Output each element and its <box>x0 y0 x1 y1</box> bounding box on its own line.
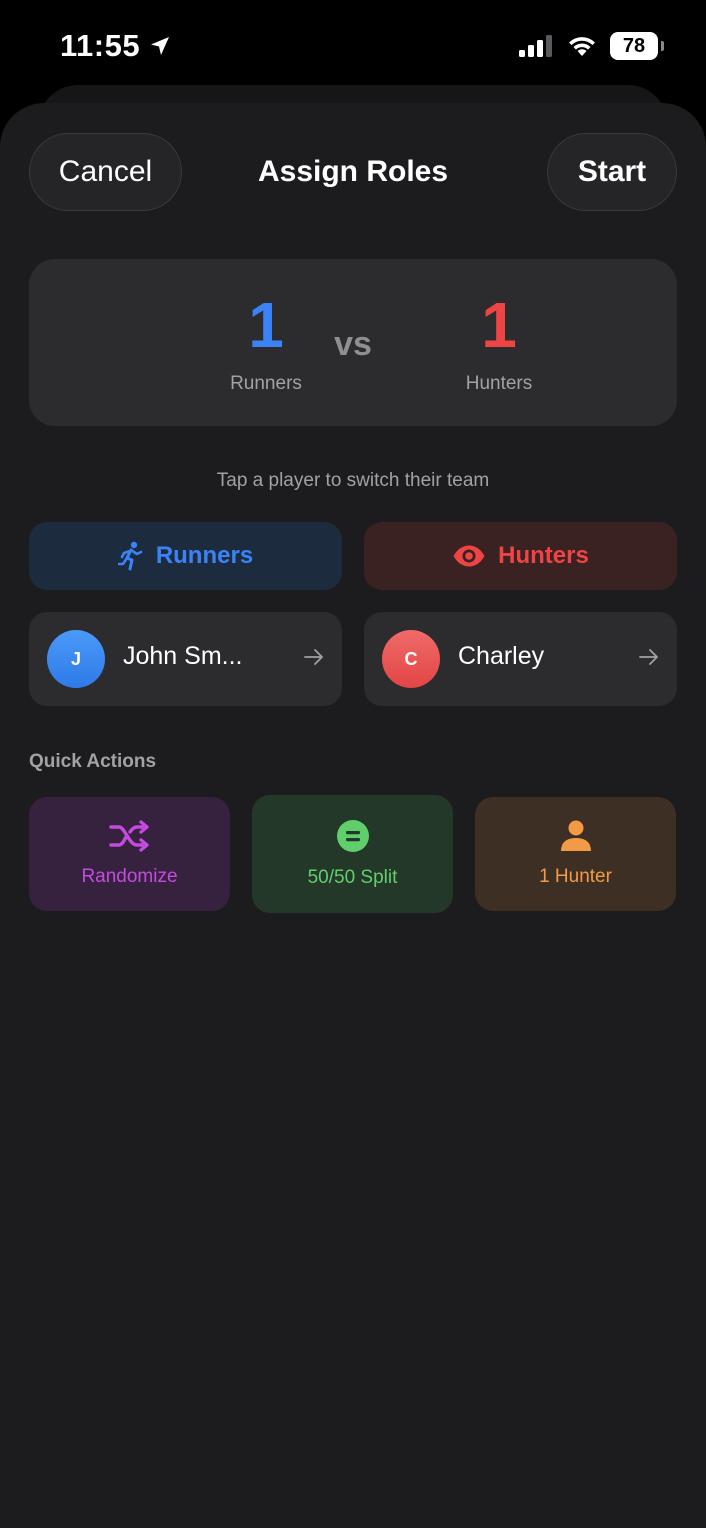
wifi-icon <box>569 37 595 56</box>
one-hunter-label: 1 Hunter <box>539 866 612 887</box>
player-card-runner[interactable]: J John Sm... <box>29 612 342 706</box>
arrow-right-icon <box>304 649 323 665</box>
equals-circle-icon <box>336 820 369 852</box>
quick-actions-title: Quick Actions <box>29 751 157 772</box>
battery-indicator: 78 <box>610 32 664 60</box>
hunters-count: 1 <box>481 289 517 361</box>
fifty-fifty-split-button[interactable]: 50/50 Split <box>252 795 453 913</box>
runners-team-label: Runners <box>155 542 254 569</box>
assign-roles-sheet: Cancel Assign Roles Start 1 Runners vs 1… <box>0 103 706 1528</box>
status-bar: 11:55 78 <box>0 0 706 90</box>
shuffle-icon <box>108 820 149 852</box>
status-indicators: 78 <box>518 32 664 60</box>
hunters-count-label: Hunters <box>465 373 533 394</box>
randomize-label: Randomize <box>81 866 178 887</box>
person-icon <box>560 820 591 851</box>
player-card-hunter[interactable]: C Charley <box>364 612 677 706</box>
status-time: 11:55 <box>60 28 172 64</box>
battery-level: 78 <box>622 34 646 57</box>
eye-icon <box>453 545 485 567</box>
one-hunter-button[interactable]: 1 Hunter <box>475 797 676 911</box>
status-time-text: 11:55 <box>60 28 141 63</box>
player-name: Charley <box>458 642 545 670</box>
hunters-score: 1 Hunters <box>409 289 589 395</box>
cellular-signal-icon <box>519 35 552 57</box>
avatar: C <box>382 630 440 688</box>
location-arrow-icon <box>151 37 170 55</box>
runners-count-label: Runners <box>230 373 302 394</box>
hunters-team-label: Hunters <box>498 542 589 569</box>
switch-team-hint: Tap a player to switch their team <box>216 470 490 491</box>
team-score-card: 1 Runners vs 1 Hunters <box>29 259 677 426</box>
arrow-right-icon <box>639 649 658 665</box>
avatar: J <box>47 630 105 688</box>
start-button[interactable]: Start <box>547 133 677 211</box>
runners-team-header: Runners <box>29 522 342 590</box>
running-person-icon <box>117 541 143 571</box>
hunters-team-header: Hunters <box>364 522 677 590</box>
randomize-button[interactable]: Randomize <box>29 797 230 911</box>
split-label: 50/50 Split <box>307 867 398 888</box>
player-name: John Sm... <box>123 642 243 670</box>
